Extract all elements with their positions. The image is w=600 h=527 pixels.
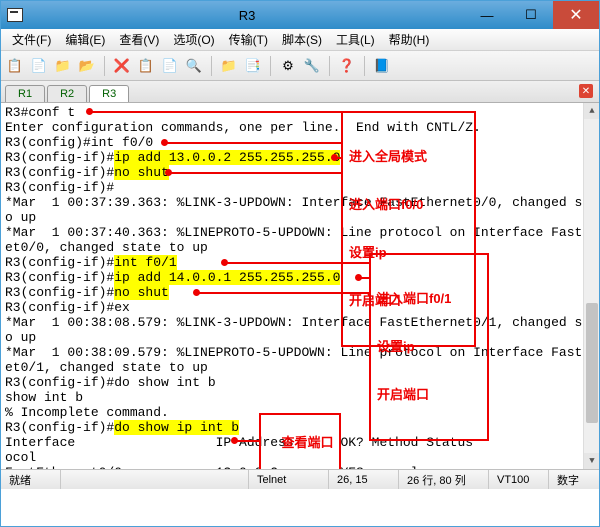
annotation-line: 设置ip <box>377 339 481 355</box>
scroll-down-icon[interactable]: ▼ <box>584 453 599 469</box>
toolbar-separator <box>364 56 365 76</box>
tool-icon-4[interactable]: 📂 <box>77 56 97 76</box>
highlighted-command: int f0/1 <box>114 255 176 270</box>
window-controls: — ☐ ✕ <box>465 1 599 29</box>
status-spacer <box>61 470 249 489</box>
status-position: 26, 15 <box>329 470 399 489</box>
close-button[interactable]: ✕ <box>553 1 599 29</box>
tool-icon-10[interactable]: 📑 <box>243 56 263 76</box>
annotation-arrow <box>165 142 341 144</box>
tool-icon-11[interactable]: ⚙ <box>278 56 298 76</box>
highlighted-command: no shut <box>114 165 169 180</box>
terminal-line: R3(config-if)#ip add 14.0.0.1 255.255.25… <box>5 270 595 285</box>
annotation-text: 查看端口 <box>281 435 333 450</box>
menu-tools[interactable]: 工具(L) <box>329 29 382 50</box>
status-term: VT100 <box>489 470 549 489</box>
menu-view[interactable]: 查看(V) <box>112 29 166 50</box>
toolbar-separator <box>270 56 271 76</box>
status-num: 数字 <box>549 470 599 489</box>
tool-icon-14[interactable]: 📘 <box>372 56 392 76</box>
terminal-line: o up <box>5 330 595 345</box>
scrollbar[interactable]: ▲ ▼ <box>583 103 599 469</box>
tool-icon-7[interactable]: 📄 <box>160 56 180 76</box>
annotation-line: 进入端口f0/1 <box>377 291 481 307</box>
annotation-line: 开启端口 <box>377 387 481 403</box>
terminal-line: *Mar 1 00:38:09.579: %LINEPROTO-5-UPDOWN… <box>5 345 595 360</box>
annotation-line: 进入端口f0/0 <box>349 197 468 213</box>
minimize-button[interactable]: — <box>465 1 509 29</box>
tool-icon-12[interactable]: 🔧 <box>302 56 322 76</box>
status-size: 26 行, 80 列 <box>399 470 489 489</box>
annotation-arrow <box>169 172 341 174</box>
menu-options[interactable]: 选项(O) <box>166 29 221 50</box>
app-icon <box>7 8 23 22</box>
terminal-line: *Mar 1 00:37:39.363: %LINK-3-UPDOWN: Int… <box>5 195 595 210</box>
menu-transfer[interactable]: 传输(T) <box>222 29 275 50</box>
tab-r3[interactable]: R3 <box>89 85 129 102</box>
tabbar: R1 R2 R3 ✕ <box>1 81 599 103</box>
statusbar: 就绪 Telnet 26, 15 26 行, 80 列 VT100 数字 <box>1 469 599 489</box>
annotation-arrow <box>225 262 369 264</box>
scroll-thumb[interactable] <box>586 303 598 423</box>
highlighted-command: do show ip int b <box>114 420 239 435</box>
highlighted-command: ip add 14.0.0.1 255.255.255.0 <box>114 270 340 285</box>
terminal-line: *Mar 1 00:37:40.363: %LINEPROTO-5-UPDOWN… <box>5 225 595 240</box>
menu-edit[interactable]: 编辑(E) <box>58 29 112 50</box>
tool-icon-8[interactable]: 🔍 <box>184 56 204 76</box>
tool-icon-13[interactable]: ❓ <box>337 56 357 76</box>
highlighted-command: ip add 13.0.0.2 255.255.255.0 <box>114 150 340 165</box>
annotation-arrow <box>235 440 259 442</box>
terminal-line: R3(config-if)# <box>5 180 595 195</box>
toolbar-separator <box>329 56 330 76</box>
tool-icon-3[interactable]: 📁 <box>53 56 73 76</box>
terminal[interactable]: R3#conf tEnter configuration commands, o… <box>1 103 599 469</box>
terminal-line: R3(config-if)#do show int b <box>5 375 595 390</box>
status-protocol: Telnet <box>249 470 329 489</box>
annotation-arrow <box>335 157 341 159</box>
toolbar-separator <box>104 56 105 76</box>
terminal-line: show int b <box>5 390 595 405</box>
toolbar: 📋 📄 📁 📂 ❌ 📋 📄 🔍 📁 📑 ⚙ 🔧 ❓ 📘 <box>1 51 599 81</box>
toolbar-separator <box>211 56 212 76</box>
window-title: R3 <box>29 8 465 23</box>
menu-script[interactable]: 脚本(S) <box>275 29 329 50</box>
highlighted-command: no shut <box>114 285 169 300</box>
terminal-line: R3(config-if)#ex <box>5 300 595 315</box>
annotation-arrow <box>197 292 369 294</box>
menu-file[interactable]: 文件(F) <box>5 29 58 50</box>
maximize-button[interactable]: ☐ <box>509 1 553 29</box>
tab-r1[interactable]: R1 <box>5 85 45 102</box>
menu-help[interactable]: 帮助(H) <box>382 29 437 50</box>
tool-icon-5[interactable]: ❌ <box>112 56 132 76</box>
annotation-arrow <box>91 111 341 113</box>
tab-r2[interactable]: R2 <box>47 85 87 102</box>
annotation-arrow <box>359 277 369 279</box>
terminal-line: o up <box>5 210 595 225</box>
tool-icon-1[interactable]: 📋 <box>5 56 25 76</box>
tab-close-icon[interactable]: ✕ <box>579 84 593 98</box>
terminal-line: Enter configuration commands, one per li… <box>5 120 595 135</box>
annotation-line: 进入全局模式 <box>349 149 468 165</box>
terminal-line: R3(config-if)#ip add 13.0.0.2 255.255.25… <box>5 150 595 165</box>
annotation-box-3: 查看端口 <box>259 413 341 469</box>
menubar: 文件(F) 编辑(E) 查看(V) 选项(O) 传输(T) 脚本(S) 工具(L… <box>1 29 599 51</box>
titlebar: R3 — ☐ ✕ <box>1 1 599 29</box>
tool-icon-2[interactable]: 📄 <box>29 56 49 76</box>
tool-icon-9[interactable]: 📁 <box>219 56 239 76</box>
terminal-line: *Mar 1 00:38:08.579: %LINK-3-UPDOWN: Int… <box>5 315 595 330</box>
status-ready: 就绪 <box>1 470 61 489</box>
terminal-line: et0/0, changed state to up <box>5 240 595 255</box>
annotation-box-2: 进入端口f0/1 设置ip 开启端口 <box>369 253 489 441</box>
tool-icon-6[interactable]: 📋 <box>136 56 156 76</box>
scroll-up-icon[interactable]: ▲ <box>584 103 599 119</box>
terminal-line: et0/1, changed state to up <box>5 360 595 375</box>
